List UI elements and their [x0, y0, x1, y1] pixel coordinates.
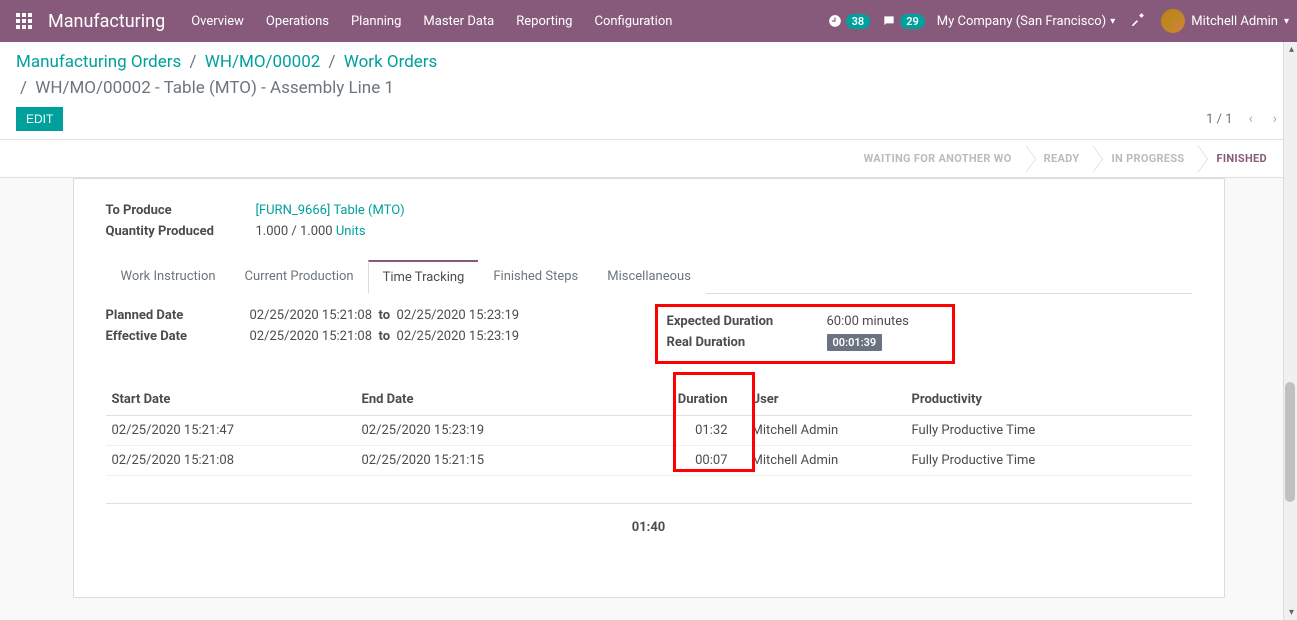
- vertical-scrollbar[interactable]: ▴ ▾: [1283, 42, 1297, 620]
- tab-current-production[interactable]: Current Production: [230, 260, 369, 294]
- tab-finished-steps[interactable]: Finished Steps: [478, 260, 593, 294]
- status-sep: [1198, 145, 1208, 173]
- menu-masterdata[interactable]: Master Data: [413, 2, 504, 41]
- menu-configuration[interactable]: Configuration: [584, 2, 682, 41]
- wrench-icon: [1131, 12, 1145, 26]
- chat-icon: [882, 14, 896, 28]
- activity-indicator[interactable]: 38: [828, 14, 871, 29]
- effective-date-label: Effective Date: [106, 329, 250, 344]
- company-selector[interactable]: My Company (San Francisco) ▾: [937, 14, 1115, 29]
- status-sep: [1093, 145, 1103, 173]
- scroll-up-icon[interactable]: ▴: [1289, 44, 1294, 55]
- top-menu: Overview Operations Planning Master Data…: [181, 2, 682, 41]
- th-duration[interactable]: Duration: [616, 384, 746, 416]
- app-title[interactable]: Manufacturing: [48, 11, 165, 32]
- company-name: My Company (San Francisco): [937, 14, 1106, 29]
- menu-operations[interactable]: Operations: [256, 2, 339, 41]
- pager-next-icon[interactable]: ›: [1269, 107, 1281, 131]
- table-row[interactable]: 02/25/2020 15:21:47 02/25/2020 15:23:19 …: [106, 416, 1192, 446]
- pager-text: 1 / 1: [1206, 112, 1232, 127]
- to-produce-label: To Produce: [106, 203, 256, 218]
- planned-from: 02/25/2020 15:21:08: [250, 308, 373, 323]
- chat-indicator[interactable]: 29: [882, 14, 925, 29]
- menu-planning[interactable]: Planning: [341, 2, 411, 41]
- planned-to: 02/25/2020 15:23:19: [397, 308, 520, 323]
- topbar: Manufacturing Overview Operations Planni…: [0, 0, 1297, 42]
- real-duration-label: Real Duration: [667, 335, 827, 350]
- user-name: Mitchell Admin: [1191, 14, 1278, 29]
- menu-reporting[interactable]: Reporting: [506, 2, 582, 41]
- pager-prev-icon[interactable]: ‹: [1245, 107, 1257, 131]
- expected-duration-value: 60:00 minutes: [827, 314, 909, 329]
- th-user[interactable]: User: [746, 384, 906, 416]
- status-inprogress[interactable]: IN PROGRESS: [1103, 152, 1198, 165]
- qty-produced-value: 1.000 / 1.000: [256, 224, 333, 239]
- expected-duration-label: Expected Duration: [667, 314, 827, 329]
- real-duration-badge: 00:01:39: [827, 334, 883, 351]
- chat-badge: 29: [900, 14, 925, 29]
- crumb-mfg-orders[interactable]: Manufacturing Orders: [16, 52, 181, 72]
- breadcrumb: Manufacturing Orders / WH/MO/00002 / Wor…: [16, 50, 437, 101]
- table-row[interactable]: 02/25/2020 15:21:08 02/25/2020 15:21:15 …: [106, 446, 1192, 476]
- highlight-duration-fields: [655, 304, 955, 364]
- tabs: Work Instruction Current Production Time…: [106, 259, 1192, 294]
- qty-produced-label: Quantity Produced: [106, 224, 256, 239]
- status-ready[interactable]: READY: [1036, 152, 1094, 165]
- effective-to: 02/25/2020 15:23:19: [397, 329, 520, 344]
- to-produce-value[interactable]: [FURN_9666] Table (MTO): [256, 203, 405, 218]
- scroll-down-icon[interactable]: ▾: [1289, 607, 1294, 618]
- status-finished[interactable]: FINISHED: [1208, 152, 1281, 165]
- status-waiting[interactable]: WAITING FOR ANOTHER WO: [856, 152, 1026, 165]
- avatar: [1161, 9, 1185, 33]
- chevron-down-icon: ▾: [1110, 16, 1115, 27]
- crumb-work-orders[interactable]: Work Orders: [344, 52, 438, 72]
- tab-miscellaneous[interactable]: Miscellaneous: [592, 260, 706, 294]
- status-bar: WAITING FOR ANOTHER WO READY IN PROGRESS…: [0, 140, 1297, 178]
- effective-from: 02/25/2020 15:21:08: [250, 329, 373, 344]
- time-tracking-table: Start Date End Date Duration User Produc…: [106, 384, 1192, 504]
- chevron-down-icon: ▾: [1284, 16, 1289, 27]
- th-start[interactable]: Start Date: [106, 384, 356, 416]
- clock-icon: [828, 14, 842, 28]
- activity-badge: 38: [846, 14, 871, 29]
- th-productivity[interactable]: Productivity: [906, 384, 1192, 416]
- form-sheet: To Produce [FURN_9666] Table (MTO) Quant…: [73, 178, 1225, 598]
- scroll-thumb[interactable]: [1285, 382, 1295, 502]
- tab-work-instruction[interactable]: Work Instruction: [106, 260, 231, 294]
- th-end[interactable]: End Date: [356, 384, 616, 416]
- apps-menu-icon[interactable]: [8, 5, 40, 37]
- qty-unit[interactable]: Units: [336, 224, 366, 239]
- tab-time-tracking[interactable]: Time Tracking: [368, 260, 480, 294]
- status-sep: [1026, 145, 1036, 173]
- control-panel: Manufacturing Orders / WH/MO/00002 / Wor…: [0, 42, 1297, 140]
- debug-icon[interactable]: [1127, 12, 1149, 30]
- crumb-current: WH/MO/00002 - Table (MTO) - Assembly Lin…: [35, 78, 394, 98]
- edit-button[interactable]: EDIT: [16, 107, 63, 131]
- user-menu[interactable]: Mitchell Admin ▾: [1161, 9, 1289, 33]
- planned-date-label: Planned Date: [106, 308, 250, 323]
- duration-total: 01:40: [106, 504, 1192, 535]
- menu-overview[interactable]: Overview: [181, 2, 254, 41]
- crumb-mo-number[interactable]: WH/MO/00002: [205, 52, 321, 72]
